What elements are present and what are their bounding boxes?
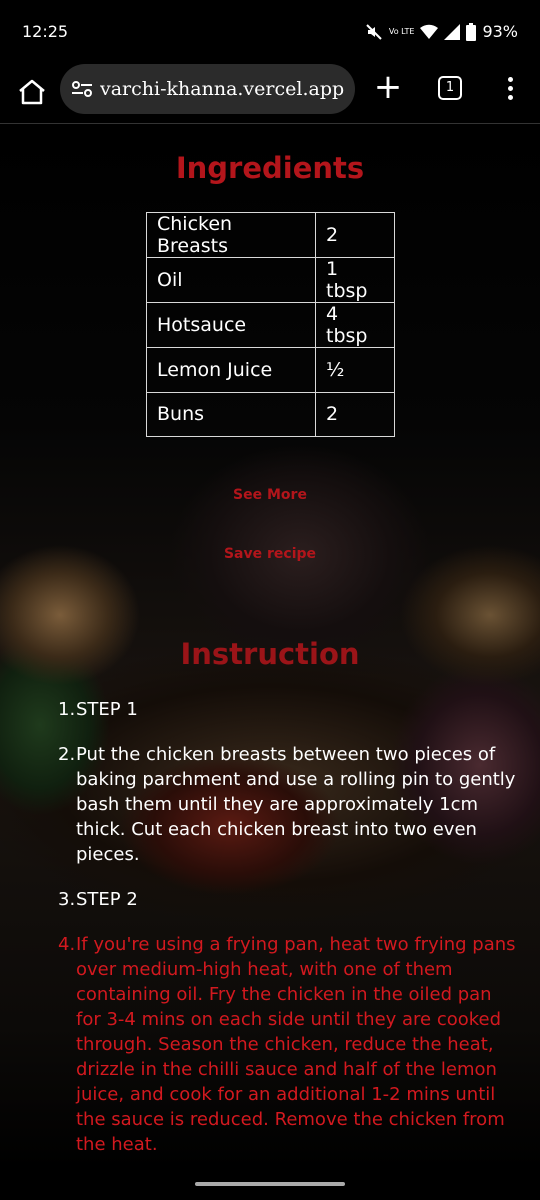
instruction-steps: 1. STEP 1 2. Put the chicken breasts bet…	[58, 697, 518, 1169]
url-text[interactable]: varchi-khanna.vercel.app	[100, 78, 344, 100]
step-number: 4.	[58, 934, 76, 955]
signal-icon	[444, 23, 461, 40]
step-text: STEP 2	[76, 889, 138, 910]
list-item: 4. If you're using a frying pan, heat tw…	[58, 932, 518, 1157]
lte-icon: Vo LTE	[388, 26, 415, 36]
save-recipe-link[interactable]: Save recipe	[0, 546, 540, 562]
status-time: 12:25	[22, 22, 69, 41]
more-menu-icon[interactable]	[500, 74, 520, 104]
browser-toolbar: varchi-khanna.vercel.app + 1	[0, 62, 540, 124]
ingredient-qty: 2	[315, 212, 395, 258]
ingredient-name: Buns	[146, 391, 316, 438]
battery-icon	[466, 22, 477, 41]
table-row: Oil 1 tbsp	[146, 257, 395, 303]
table-row: Buns 2	[146, 391, 395, 438]
gesture-handle[interactable]	[195, 1182, 345, 1186]
address-bar[interactable]: varchi-khanna.vercel.app	[60, 64, 355, 114]
list-item: 2. Put the chicken breasts between two p…	[58, 742, 518, 867]
list-item: 1. STEP 1	[58, 697, 518, 722]
table-row: Hotsauce 4 tbsp	[146, 302, 395, 348]
ingredient-name: Hotsauce	[146, 302, 316, 348]
step-text: STEP 1	[76, 699, 138, 720]
status-bar: 12:25 Vo LTE 93%	[0, 0, 540, 62]
battery-level: 93%	[482, 22, 518, 41]
mute-icon	[366, 23, 382, 40]
ingredient-qty: 2	[315, 391, 395, 438]
table-row: Chicken Breasts 2	[146, 212, 395, 258]
ingredient-name: Chicken Breasts	[146, 212, 316, 258]
ingredients-table: Chicken Breasts 2 Oil 1 tbsp Hotsauce 4 …	[146, 212, 395, 438]
ingredients-title: Ingredients	[175, 151, 365, 185]
step-text: If you're using a frying pan, heat two f…	[76, 934, 516, 1155]
table-row: Lemon Juice ½	[146, 347, 395, 393]
list-item: 3. STEP 2	[58, 887, 518, 912]
step-number: 2.	[58, 744, 76, 765]
system-nav-bar	[0, 1169, 540, 1200]
site-settings-icon[interactable]	[70, 77, 94, 101]
ingredient-qty: ½	[315, 347, 395, 393]
tab-switcher-button[interactable]: 1	[438, 76, 462, 100]
new-tab-button[interactable]: +	[372, 70, 404, 104]
instruction-title: Instruction	[180, 637, 360, 671]
step-text: Put the chicken breasts between two piec…	[76, 744, 516, 865]
ingredient-qty: 4 tbsp	[315, 302, 395, 348]
ingredient-name: Oil	[146, 257, 316, 303]
recipe-page: Ingredients Chicken Breasts 2 Oil 1 tbsp…	[0, 125, 540, 1169]
wifi-icon	[420, 24, 439, 39]
step-number: 1.	[58, 699, 76, 720]
status-icons: Vo LTE 93%	[365, 22, 518, 41]
see-more-link[interactable]: See More	[0, 487, 540, 503]
home-icon[interactable]	[16, 76, 48, 108]
ingredient-qty: 1 tbsp	[315, 257, 395, 303]
ingredient-name: Lemon Juice	[146, 347, 316, 393]
step-number: 3.	[58, 889, 76, 910]
